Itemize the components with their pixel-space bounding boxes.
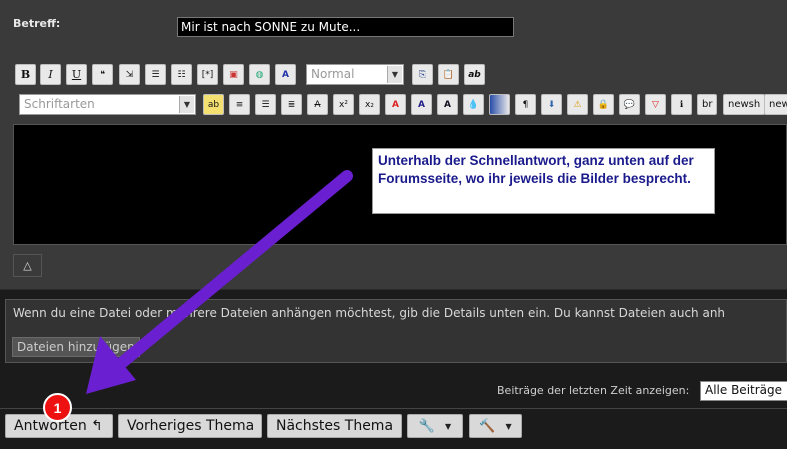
add-files-button[interactable]: Dateien hinzufügen [12,337,140,357]
hammer-icon: 🔨 [479,418,496,434]
italic-button[interactable]: I [40,64,61,85]
info-icon[interactable]: ℹ [671,94,692,115]
bold-button[interactable]: B [15,64,36,85]
format-select-value: Normal [311,67,355,81]
align-right-icon[interactable]: ≣ [281,94,302,115]
copy-icon[interactable]: ⎘ [412,64,433,85]
underline-label: U [71,68,82,81]
font-size-icon[interactable]: A [437,94,458,115]
font-color-icon[interactable]: A [275,64,296,85]
align-justify-icon[interactable]: ☰ [255,94,276,115]
format-select[interactable]: Normal ▼ [306,64,404,85]
newsh-button[interactable]: newsh [723,94,766,115]
italic-label: I [48,68,53,81]
new-label: new [769,99,787,110]
font-select[interactable]: Schriftarten ▼ [19,94,196,115]
warning-icon[interactable]: ⚠ [567,94,588,115]
reply-page: Betreff: Mir ist nach SONNE zu Mute... B… [0,0,787,449]
alert-triangle-icon[interactable]: ▽ [645,94,666,115]
list-item-icon[interactable]: [*] [197,64,218,85]
paragraph-icon[interactable]: ¶ [515,94,536,115]
bold-label: B [20,68,31,81]
italic-ab-button[interactable]: ab [464,64,485,85]
image-icon[interactable]: ▣ [223,64,244,85]
paste-icon[interactable]: 📋 [438,64,459,85]
chevron-down-icon: ▼ [179,96,194,113]
font-select-value: Schriftarten [24,97,95,111]
instruction-note: Unterhalb der Schnellantwort, ganz unten… [372,148,715,214]
strikethrough-icon[interactable]: A [307,94,328,115]
unordered-list-icon[interactable]: ☰ [145,64,166,85]
annotation-badge: 1 [43,393,72,422]
collapse-toggle[interactable]: △ [13,254,42,277]
speech-bubble-icon[interactable]: 💬 [619,94,640,115]
wrench-menu-button[interactable]: 🔧 ▼ [407,414,463,438]
spellcheck-icon[interactable]: ab [203,94,224,115]
gradient-icon[interactable] [489,94,510,115]
br-label: br [702,99,713,110]
italic-ab-label: ab [468,69,481,80]
superscript-icon[interactable]: x² [333,94,354,115]
link-icon[interactable]: ◍ [249,64,270,85]
new-button[interactable]: new [764,94,787,115]
shadow-icon[interactable]: A [411,94,432,115]
quote-icon[interactable]: ❝ [92,64,113,85]
recent-posts-label: Beiträge der letzten Zeit anzeigen: [497,384,690,397]
previous-topic-button[interactable]: Vorheriges Thema [118,414,262,438]
wrench-icon: 🔧 [418,418,436,434]
next-topic-button[interactable]: Nächstes Thema [267,414,402,438]
chevron-down-icon: ▼ [445,421,452,431]
divider [0,408,787,409]
recent-posts-select[interactable]: Alle Beiträge [700,381,787,401]
subject-input[interactable]: Mir ist nach SONNE zu Mute... [177,17,514,37]
newsh-label: newsh [728,99,761,110]
code-icon[interactable]: ⇲ [119,64,140,85]
glow-icon[interactable]: A [385,94,406,115]
chevron-down-icon: ▼ [505,421,512,431]
insert-icon[interactable]: ⬇ [541,94,562,115]
br-button[interactable]: br [697,94,718,115]
drop-icon[interactable]: 💧 [463,94,484,115]
subscript-icon[interactable]: x₂ [359,94,380,115]
hammer-menu-button[interactable]: 🔨 ▼ [469,414,522,438]
chevron-down-icon: ▼ [387,66,402,83]
ordered-list-icon[interactable]: ☷ [171,64,192,85]
align-center-icon[interactable]: ≡ [229,94,250,115]
subject-label: Betreff: [13,17,61,30]
lock-icon[interactable]: 🔒 [593,94,614,115]
underline-button[interactable]: U [66,64,87,85]
attachments-text: Wenn du eine Datei oder mehrere Dateien … [13,306,726,320]
